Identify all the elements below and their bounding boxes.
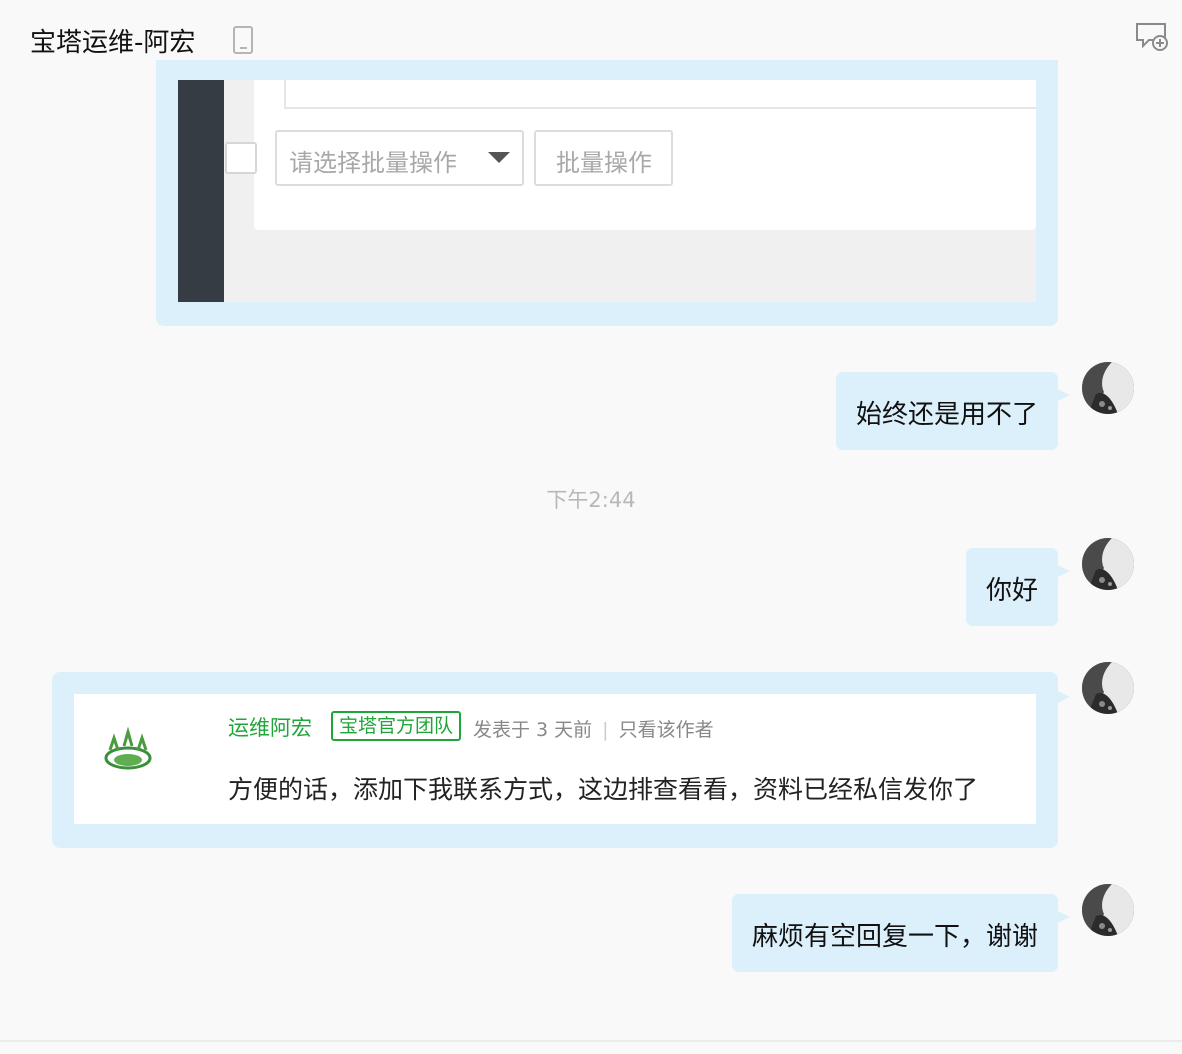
message-text: 始终还是用不了 [855, 400, 1038, 430]
quote-card-bubble[interactable]: 运维阿宏 宝塔官方团队 发表于 3 天前 | 只看该作者 方便的话，添加下我联系方式… [52, 672, 1070, 848]
chat-title: 宝塔运维-阿宏 [30, 28, 196, 58]
avatar[interactable] [1082, 538, 1134, 590]
screenshot-select-placeholder: 请选择批量操作 [289, 149, 457, 177]
input-divider [0, 1040, 1182, 1042]
mobile-device-icon [233, 26, 253, 54]
chevron-down-icon [488, 152, 510, 163]
post-author: 运维阿宏 [228, 716, 312, 740]
bt-panel-logo-icon [104, 726, 152, 770]
message-text: 你好 [985, 576, 1038, 606]
screenshot-select-all-checkbox [225, 142, 257, 174]
message-bubble[interactable]: 始终还是用不了 [836, 372, 1070, 450]
post-time: 发表于 3 天前 [473, 719, 593, 741]
screenshot-sidebar [178, 80, 224, 302]
post-body: 方便的话，添加下我联系方式，这边排查看看，资料已经私信发你了 [228, 775, 979, 804]
message-bubble[interactable]: 麻烦有空回复一下，谢谢 [732, 894, 1070, 972]
screenshot-image[interactable]: 请选择批量操作 批量操作 [178, 80, 1036, 302]
avatar[interactable] [1082, 884, 1134, 936]
screenshot-batch-select: 请选择批量操作 [275, 130, 524, 186]
message-text: 麻烦有空回复一下，谢谢 [751, 922, 1038, 952]
new-chat-icon[interactable] [1135, 22, 1169, 52]
message-bubble[interactable]: 你好 [966, 548, 1070, 626]
message-timestamp: 下午2:44 [546, 488, 636, 512]
screenshot-batch-button-label: 批量操作 [556, 149, 652, 177]
avatar[interactable] [1082, 362, 1134, 414]
screenshot-table-edge [284, 80, 1036, 109]
official-team-badge: 宝塔官方团队 [331, 711, 462, 741]
screenshot-batch-button: 批量操作 [534, 130, 673, 186]
avatar-image [1082, 662, 1134, 714]
quote-card[interactable]: 运维阿宏 宝塔官方团队 发表于 3 天前 | 只看该作者 方便的话，添加下我联系方式… [74, 694, 1036, 824]
avatar-image [1082, 538, 1134, 590]
meta-separator: | [602, 719, 609, 741]
avatar[interactable] [1082, 662, 1134, 714]
avatar-image [1082, 362, 1134, 414]
only-author-link[interactable]: 只看该作者 [619, 719, 714, 741]
post-meta: 发表于 3 天前 | 只看该作者 [473, 715, 714, 742]
avatar-image [1082, 884, 1134, 936]
